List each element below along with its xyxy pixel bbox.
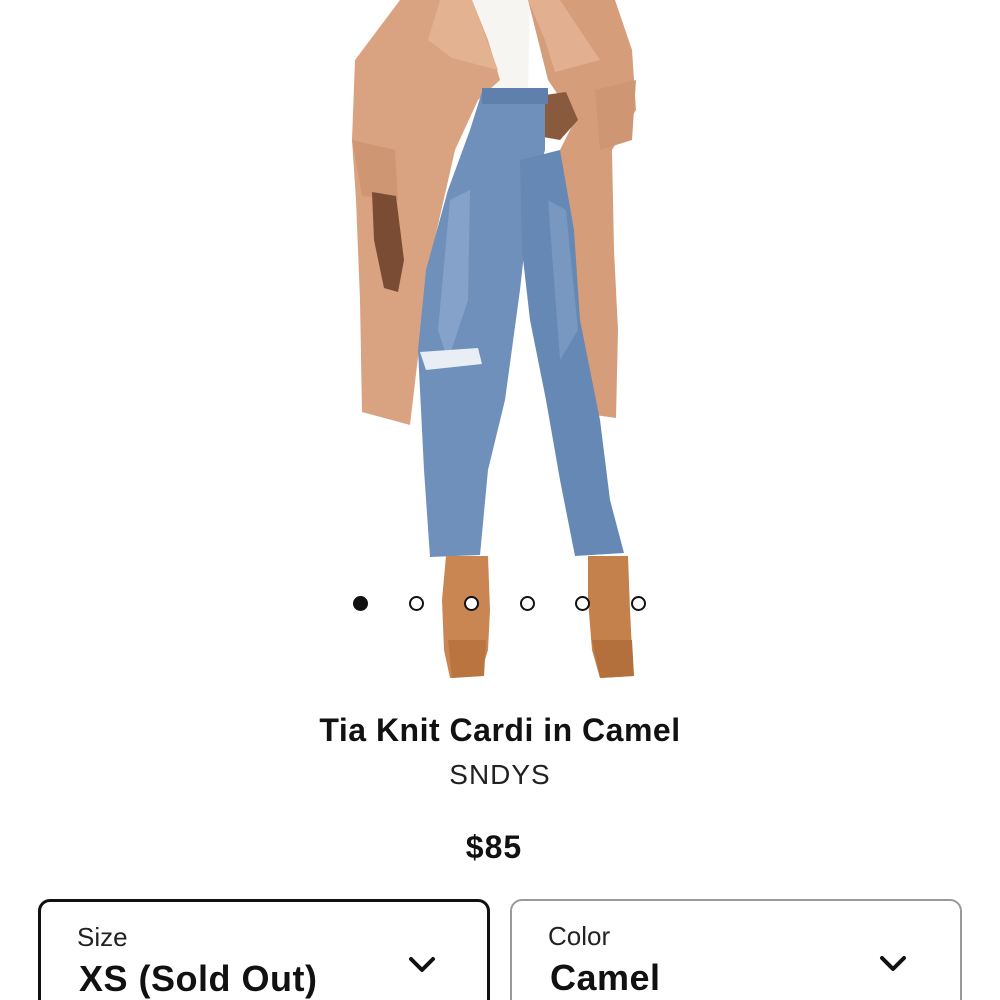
carousel-dot[interactable] bbox=[519, 596, 535, 611]
product-title: Tia Knit Cardi in Camel bbox=[319, 712, 681, 748]
carousel-dot[interactable] bbox=[408, 596, 424, 611]
size-selector[interactable]: Size XS (Sold Out) bbox=[38, 899, 490, 1000]
product-price: $85 bbox=[465, 829, 523, 865]
color-value: Camel bbox=[550, 957, 661, 998]
brand-name[interactable]: SNDYS bbox=[0, 759, 1000, 791]
carousel-dot[interactable] bbox=[464, 596, 480, 611]
product-page: Tia Knit Cardi in Camel SNDYS $85 Size X… bbox=[0, 0, 1000, 1000]
color-selector[interactable]: Color Camel bbox=[510, 899, 962, 1000]
chevron-down-icon bbox=[409, 957, 435, 972]
carousel-dot[interactable] bbox=[575, 596, 591, 611]
size-value: XS (Sold Out) bbox=[79, 958, 318, 999]
color-label: Color bbox=[548, 921, 611, 951]
carousel-dot[interactable] bbox=[631, 596, 646, 611]
carousel-dot[interactable] bbox=[353, 596, 368, 611]
size-label: Size bbox=[77, 922, 128, 952]
carousel-dots bbox=[0, 594, 1000, 616]
chevron-down-icon bbox=[880, 956, 906, 971]
